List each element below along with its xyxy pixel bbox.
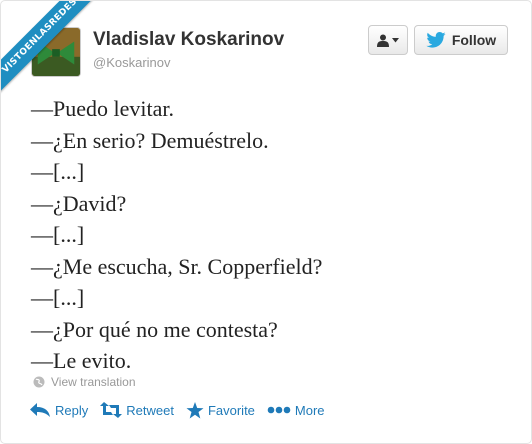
user-name[interactable]: Vladislav Koskarinov bbox=[93, 29, 284, 51]
follow-label: Follow bbox=[451, 32, 497, 48]
more-label: More bbox=[294, 402, 325, 418]
favorite-button[interactable]: Favorite bbox=[186, 401, 255, 419]
more-button[interactable]: More bbox=[267, 403, 325, 418]
tweet-text: —Puedo levitar. —¿En serio? Demuéstrelo.… bbox=[31, 93, 511, 377]
tweet-line: —[...] bbox=[31, 285, 85, 310]
view-translation-label: View translation bbox=[51, 375, 136, 389]
corner-ribbon: VISTOENLASREDES bbox=[1, 1, 111, 111]
tweet-line: —Le evito. bbox=[31, 348, 132, 373]
reply-label: Reply bbox=[55, 402, 89, 418]
ribbon-text: VISTOENLASREDES bbox=[1, 1, 108, 104]
tweet-line: —¿David? bbox=[31, 190, 127, 216]
globe-icon bbox=[33, 376, 45, 388]
caret-down-icon bbox=[392, 37, 399, 42]
tweet-actions: Reply Retweet Favorite More bbox=[29, 401, 337, 419]
more-dots-icon bbox=[267, 406, 291, 414]
user-menu-button[interactable] bbox=[368, 25, 408, 55]
twitter-bird-icon bbox=[426, 32, 446, 48]
tweet-line: —¿Me escucha, Sr. Copperfield? bbox=[31, 253, 323, 279]
follow-button[interactable]: Follow bbox=[414, 25, 508, 55]
retweet-button[interactable]: Retweet bbox=[100, 401, 174, 419]
retweet-label: Retweet bbox=[126, 402, 174, 418]
tweet-line: —[...] bbox=[31, 159, 85, 184]
retweet-icon bbox=[100, 402, 123, 418]
tweet-line: —¿Por qué no me contesta? bbox=[31, 316, 278, 342]
view-translation-link[interactable]: View translation bbox=[33, 375, 136, 389]
tweet-card: VISTOENLASREDES Vladislav Koskarinov @Ko… bbox=[0, 0, 532, 444]
favorite-label: Favorite bbox=[207, 402, 255, 418]
reply-icon bbox=[30, 403, 50, 417]
star-icon bbox=[186, 401, 204, 418]
tweet-line: —¿En serio? Demuéstrelo. bbox=[31, 127, 269, 153]
reply-button[interactable]: Reply bbox=[29, 402, 88, 418]
tweet-line: —[...] bbox=[31, 222, 85, 247]
person-icon bbox=[377, 34, 389, 47]
